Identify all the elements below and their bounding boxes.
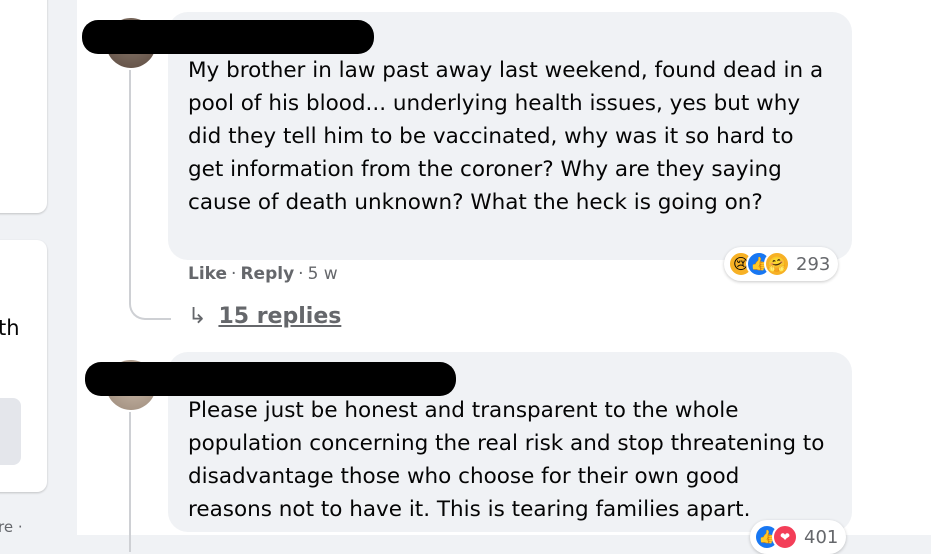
thread-line [129,70,131,295]
redacted-author-name [85,362,456,396]
reaction-count: 293 [796,253,831,275]
separator: · [231,264,237,284]
separator: · [298,264,304,284]
reaction-summary[interactable]: 👍 ❤ 401 [750,520,847,554]
left-text-fragment: th [0,316,20,340]
comment-text: Please just be honest and transparent to… [188,398,825,522]
view-replies-link[interactable]: ↳ 15 replies [188,304,341,329]
left-text-fragment-bottom: re · [0,518,23,536]
comment-text: My brother in law past away last weekend… [188,58,824,215]
left-card-top [0,0,47,213]
comment-actions: Like · Reply · 5 w [188,264,338,284]
reaction-count: 401 [804,526,839,548]
thread-line [129,412,131,552]
reply-button[interactable]: Reply [240,264,294,284]
thread-connector [129,278,171,320]
love-icon: ❤ [772,524,798,550]
replies-label[interactable]: 15 replies [218,304,341,329]
care-icon: 🤗 [764,251,790,277]
like-button[interactable]: Like [188,264,227,284]
redacted-author-name [82,20,374,54]
reply-arrow-icon: ↳ [188,304,207,329]
reaction-summary[interactable]: 😢 👍 🤗 293 [724,247,839,281]
comment-timestamp[interactable]: 5 w [308,264,338,284]
left-card-button[interactable] [0,398,21,465]
